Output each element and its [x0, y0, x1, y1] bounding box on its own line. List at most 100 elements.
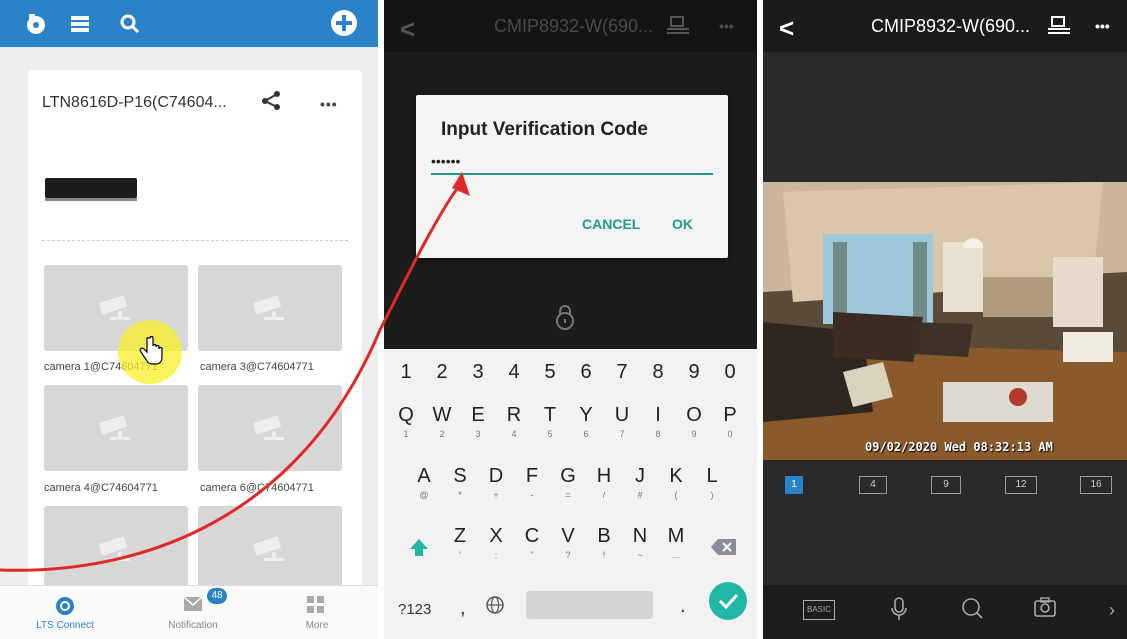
- key[interactable]: 7: [604, 361, 640, 384]
- split-option-button[interactable]: 1: [785, 476, 803, 494]
- card-divider: [42, 240, 348, 241]
- key[interactable]: J #: [622, 465, 658, 500]
- back-icon[interactable]: <: [400, 14, 415, 45]
- keyboard-bottom-row: ?123 , .: [384, 582, 757, 639]
- live-video-feed[interactable]: 09/02/2020 Wed 08:32:13 AM: [763, 182, 1127, 460]
- key[interactable]: Z ': [442, 525, 478, 560]
- soft-keyboard: 1 2 3 4 5 6 7 8 9 0 Q1 W2 E3 R4 T5 Y6 U7…: [384, 349, 757, 639]
- key[interactable]: V?: [550, 525, 586, 560]
- split-option-button[interactable]: 4: [859, 476, 887, 494]
- more-button[interactable]: •••: [719, 18, 734, 34]
- key[interactable]: D +: [478, 465, 514, 500]
- nav-label: More: [305, 620, 329, 631]
- camera-icon: [253, 295, 284, 320]
- header: < CMIP8932-W(690... •••: [384, 0, 757, 52]
- device-name: LTN8616D-P16(C74604...: [42, 94, 227, 111]
- key[interactable]: 0: [712, 361, 748, 384]
- nav-label: LTS Connect: [36, 620, 94, 631]
- screen-icon[interactable]: [1048, 16, 1070, 39]
- notification-badge: 48: [207, 588, 227, 604]
- globe-icon[interactable]: [486, 596, 504, 619]
- comma-key[interactable]: ,: [460, 597, 466, 620]
- spacebar[interactable]: [526, 591, 653, 619]
- nav-more[interactable]: More: [272, 586, 362, 639]
- lock-icon: [555, 304, 575, 335]
- period-key[interactable]: .: [680, 595, 686, 618]
- screen-icon[interactable]: [667, 16, 689, 39]
- key[interactable]: 8: [640, 361, 676, 384]
- shift-icon[interactable]: [408, 537, 430, 564]
- add-device-icon[interactable]: [330, 9, 358, 37]
- nav-lts-connect[interactable]: LTS Connect: [20, 586, 110, 639]
- key[interactable]: B!: [586, 525, 622, 560]
- playback-icon[interactable]: [24, 12, 48, 36]
- key[interactable]: O9: [676, 404, 712, 439]
- key[interactable]: P0: [712, 404, 748, 439]
- osd-timestamp: 09/02/2020 Wed 08:32:13 AM: [865, 440, 1053, 454]
- key[interactable]: E3: [460, 404, 496, 439]
- key[interactable]: U7: [604, 404, 640, 439]
- search-icon[interactable]: [118, 12, 142, 36]
- camera-icon: [99, 295, 130, 320]
- search-zoom-icon[interactable]: [961, 597, 983, 624]
- chevron-right-icon[interactable]: ›: [1109, 600, 1115, 621]
- key[interactable]: A @: [406, 465, 442, 500]
- camera-thumbnail[interactable]: [44, 385, 188, 471]
- camera-thumbnail[interactable]: [198, 385, 342, 471]
- done-button[interactable]: [709, 582, 747, 620]
- device-title: CMIP8932-W(690...: [494, 16, 654, 36]
- symbols-key[interactable]: ?123: [398, 601, 431, 618]
- key[interactable]: 4: [496, 361, 532, 384]
- key[interactable]: F-: [514, 465, 550, 500]
- card-more-button[interactable]: •••: [320, 96, 338, 112]
- cancel-button[interactable]: CANCEL: [582, 216, 640, 232]
- key[interactable]: S *: [442, 465, 478, 500]
- key[interactable]: N ~: [622, 525, 658, 560]
- device-title: CMIP8932-W(690...: [871, 16, 1031, 36]
- key[interactable]: 2: [424, 361, 460, 384]
- key[interactable]: X:: [478, 525, 514, 560]
- camera-icon: [253, 536, 284, 561]
- key[interactable]: M…: [658, 525, 694, 560]
- share-icon[interactable]: [260, 90, 282, 115]
- key[interactable]: 9: [676, 361, 712, 384]
- key[interactable]: Y6: [568, 404, 604, 439]
- split-option-button[interactable]: 16: [1080, 476, 1112, 494]
- snapshot-icon[interactable]: [1034, 597, 1056, 622]
- key[interactable]: G =: [550, 465, 586, 500]
- lts-connect-icon: [55, 596, 75, 621]
- key[interactable]: 3: [460, 361, 496, 384]
- split-option-button[interactable]: 12: [1005, 476, 1037, 494]
- key[interactable]: C ": [514, 525, 550, 560]
- more-button[interactable]: •••: [1095, 18, 1110, 34]
- back-icon[interactable]: <: [779, 13, 794, 44]
- backspace-icon[interactable]: [710, 537, 738, 562]
- letter-row-1: Q1 W2 E3 R4 T5 Y6 U7 I8 O9 P0: [384, 404, 757, 460]
- basic-button[interactable]: BASIC: [803, 600, 835, 620]
- checkmark-icon: [718, 593, 739, 610]
- split-option-button[interactable]: 9: [931, 476, 961, 494]
- key[interactable]: 5: [532, 361, 568, 384]
- verification-code-input[interactable]: ••••••: [431, 153, 713, 175]
- key[interactable]: W2: [424, 404, 460, 439]
- camera-thumbnail[interactable]: [198, 265, 342, 351]
- key[interactable]: K(: [658, 465, 694, 500]
- camera-label: camera 3@C74604771: [200, 361, 314, 373]
- hand-pointer-icon: [138, 335, 164, 371]
- living-room-image: [763, 182, 1127, 460]
- ok-button[interactable]: OK: [672, 216, 693, 232]
- key[interactable]: Q1: [388, 404, 424, 439]
- key[interactable]: L): [694, 465, 730, 500]
- key[interactable]: 1: [388, 361, 424, 384]
- camera-label: camera 4@C74604771: [44, 482, 158, 494]
- key[interactable]: H /: [586, 465, 622, 500]
- camera-icon: [99, 415, 130, 440]
- key[interactable]: R4: [496, 404, 532, 439]
- key[interactable]: 6: [568, 361, 604, 384]
- device-card[interactable]: LTN8616D-P16(C74604... ••• camera 1@C746…: [28, 70, 362, 600]
- key[interactable]: T5: [532, 404, 568, 439]
- key[interactable]: I8: [640, 404, 676, 439]
- camera-icon: [253, 415, 284, 440]
- microphone-icon[interactable]: [891, 597, 907, 626]
- list-icon[interactable]: [68, 12, 92, 36]
